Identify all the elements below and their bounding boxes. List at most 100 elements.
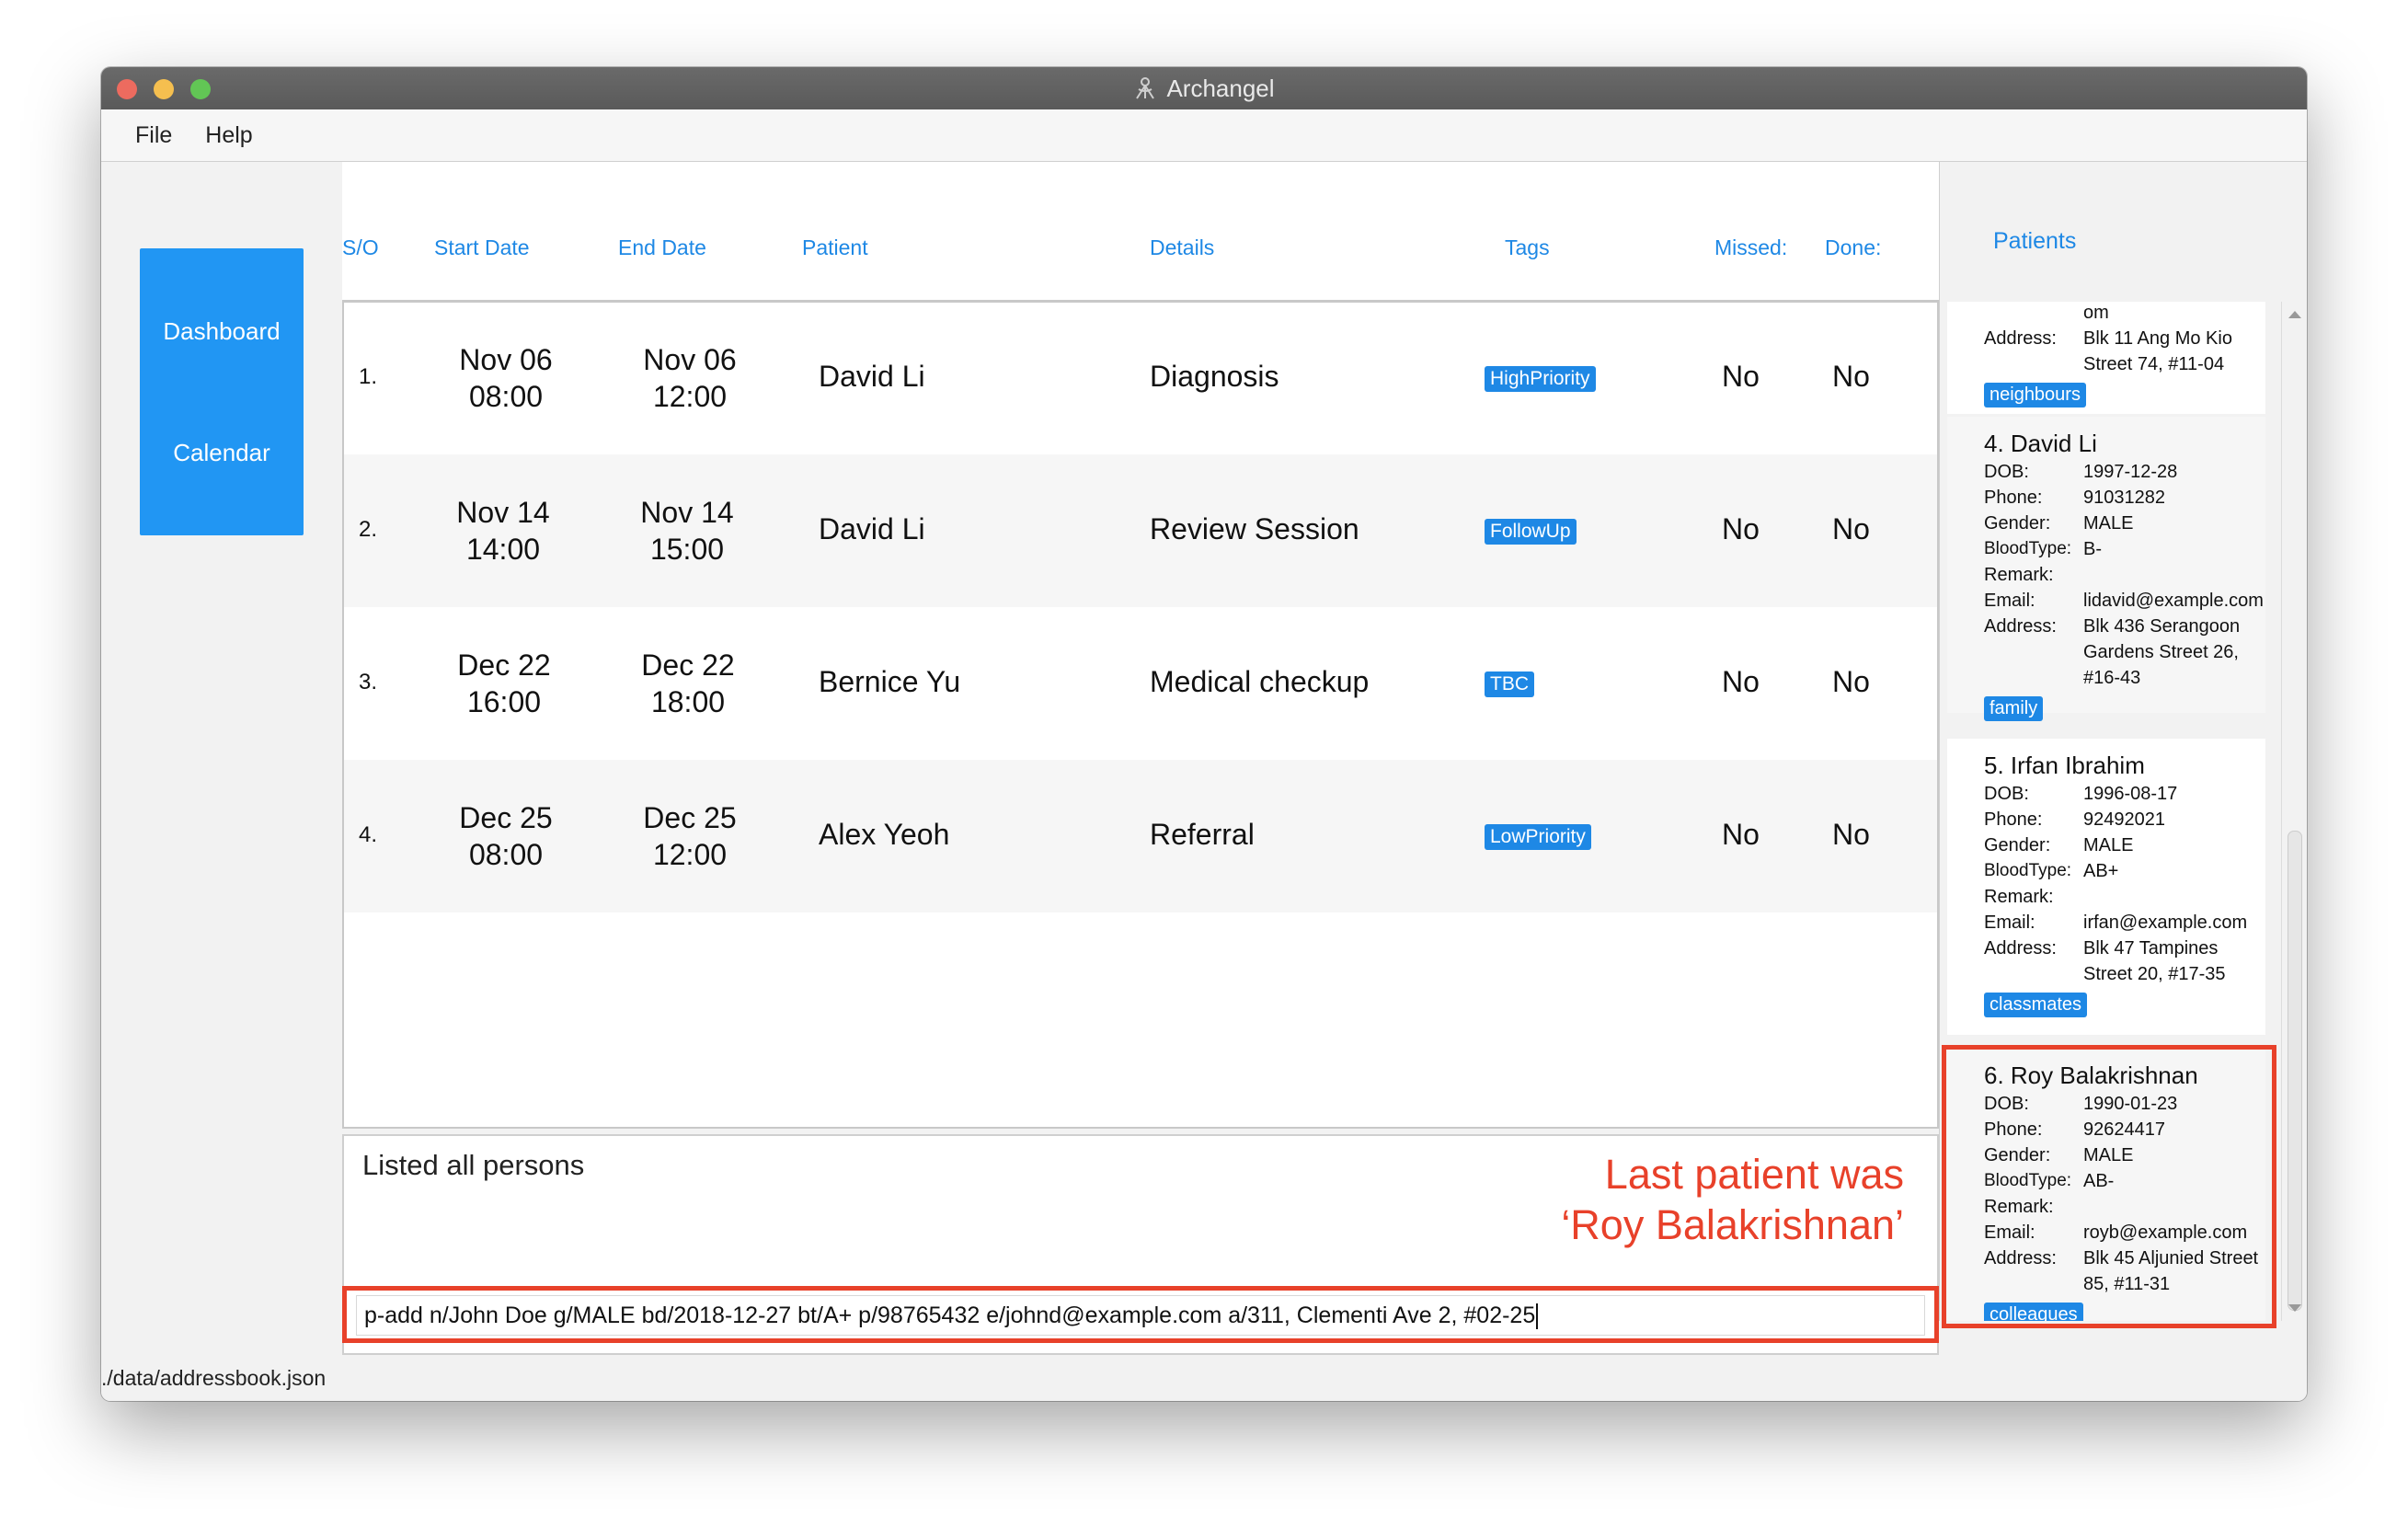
phone-label: Phone: [1984, 1119, 2043, 1140]
command-input[interactable]: p-add n/John Doe g/MALE bd/2018-12-27 bt… [356, 1295, 1925, 1336]
gender-row: Gender: MALE [1984, 1142, 2265, 1168]
email-row: Email: lidavid@example.com [1984, 588, 2265, 614]
phone-label: Phone: [1984, 809, 2043, 830]
data-file-path: ./data/addressbook.json [101, 1366, 327, 1390]
patient-remark [2083, 884, 2265, 910]
email-row: om [1984, 302, 2265, 326]
address-label: Address: [1984, 328, 2057, 349]
remark-label: Remark: [1984, 565, 2054, 585]
appointment-tag: FollowUp [1485, 519, 1577, 545]
email-label: Email: [1984, 1222, 2035, 1243]
dob-label: DOB: [1984, 784, 2029, 804]
patient-name: 4. David Li [1984, 430, 2097, 457]
patient-tag: family [1984, 696, 2044, 721]
scrollbar-thumb[interactable] [2288, 831, 2302, 1311]
calendar-button[interactable]: Calendar [140, 370, 304, 535]
command-box: p-add n/John Doe g/MALE bd/2018-12-27 bt… [342, 1286, 1939, 1343]
patient-dob: 1997-12-28 [2083, 462, 2178, 482]
header-end-date: End Date [618, 235, 706, 259]
blood-label: BloodType: [1984, 539, 2072, 558]
menu-file[interactable]: File [135, 122, 172, 149]
header-tags: Tags [1505, 235, 1550, 259]
phone-row: Phone: 91031282 [1984, 485, 2265, 511]
patient-tag: colleagues [1984, 1303, 2083, 1321]
phone-label: Phone: [1984, 488, 2043, 508]
gender-row: Gender: MALE [1984, 511, 2265, 536]
patients-panel: Patients om Address: Blk 11 Ang Mo Kio Str… [1939, 162, 2307, 1321]
patient-card[interactable]: 5. Irfan Ibrahim DOB: 1996-08-17 Phone: 92… [1947, 739, 2265, 1035]
patient-card[interactable]: om Address: Blk 11 Ang Mo Kio Street 74, #… [1947, 302, 2265, 414]
dob-row: DOB: 1990-01-23 [1984, 1091, 2265, 1117]
remark-row: Remark: [1984, 562, 2265, 588]
gender-row: Gender: MALE [1984, 832, 2265, 858]
scroll-up-icon[interactable] [2288, 311, 2301, 318]
row-index: 1. [359, 364, 378, 389]
start-datetime: Dec 25 08:00 [432, 799, 579, 873]
patient-gender: MALE [2083, 835, 2134, 855]
menu-help[interactable]: Help [205, 122, 252, 149]
address-line: Gardens Street 26, [2083, 642, 2239, 662]
address-line: 85, #11-31 [2083, 1274, 2171, 1294]
appointment-tag: TBC [1485, 671, 1534, 697]
row-index: 3. [359, 670, 378, 694]
patient-email: lidavid@example.com [2083, 591, 2264, 611]
annotation-line-2: ‘Roy Balakrishnan’ [1561, 1201, 1904, 1248]
start-time: 14:00 [465, 533, 541, 566]
end-datetime: Nov 14 15:00 [613, 494, 761, 568]
appointment-list: S/O Start Date End Date Patient Details … [342, 162, 1939, 1128]
remark-row: Remark: [1984, 884, 2265, 910]
end-time: 12:00 [652, 380, 728, 413]
gender-label: Gender: [1984, 513, 2051, 534]
row-index: 2. [359, 517, 378, 542]
annotation-note: Last patient was ‘Roy Balakrishnan’ [1561, 1149, 1904, 1250]
start-date: Dec 25 [459, 801, 553, 834]
patient-blood: B- [2083, 539, 2102, 559]
appointment-row[interactable]: 4. Dec 25 08:00 Dec 25 12:00 Alex Yeoh Ref… [342, 760, 1939, 912]
appointment-row[interactable]: 2. Nov 14 14:00 Nov 14 15:00 David Li Revi… [342, 454, 1939, 607]
email-label: Email: [1984, 912, 2035, 933]
patients-title: Patients [1993, 228, 2077, 254]
start-time: 16:00 [466, 685, 542, 718]
text-caret [1536, 1303, 1539, 1330]
missed-value: No [1722, 665, 1760, 698]
patient-blood: AB+ [2083, 861, 2119, 881]
blood-row: BloodType: B- [1984, 536, 2265, 562]
end-date: Nov 14 [640, 496, 734, 529]
done-value: No [1832, 818, 1870, 851]
patient-email: irfan@example.com [2083, 912, 2248, 933]
patient-card[interactable]: 6. Roy Balakrishnan DOB: 1990-01-23 Phone… [1947, 1049, 2265, 1321]
appointment-row[interactable]: 3. Dec 22 16:00 Dec 22 18:00 Bernice Yu Me… [342, 607, 1939, 760]
patient-list-scrollbar[interactable] [2281, 302, 2307, 1321]
scroll-down-icon[interactable] [2288, 1304, 2301, 1312]
missed-value: No [1722, 512, 1760, 545]
header-details: Details [1150, 235, 1215, 259]
patient-list[interactable]: om Address: Blk 11 Ang Mo Kio Street 74, #… [1940, 302, 2280, 1321]
header-so: S/O [342, 235, 379, 259]
blood-label: BloodType: [1984, 861, 2072, 880]
patient-gender: MALE [2083, 1145, 2134, 1165]
address-line: #16-43 [2083, 668, 2141, 688]
end-time: 15:00 [649, 533, 725, 566]
remark-label: Remark: [1984, 887, 2054, 907]
window-title-wrap: Archangel [101, 67, 2307, 109]
patient-card[interactable]: 4. David Li DOB: 1997-12-28 Phone: 9103128… [1947, 417, 2265, 721]
blood-row: BloodType: AB- [1984, 1168, 2265, 1194]
header-patient: Patient [802, 235, 868, 259]
status-bar: ./data/addressbook.json [101, 1355, 2307, 1401]
address-line: Blk 436 Serangoon [2083, 616, 2241, 637]
address-label: Address: [1984, 938, 2057, 958]
end-date: Nov 06 [643, 343, 737, 376]
appointment-tag: HighPriority [1485, 366, 1596, 392]
address-label: Address: [1984, 616, 2057, 637]
end-date: Dec 22 [641, 648, 735, 682]
address-line: Street 74, #11-04 [2083, 354, 2225, 374]
missed-value: No [1722, 818, 1760, 851]
appointment-row[interactable]: 1. Nov 06 08:00 Nov 06 12:00 David Li Diag… [342, 302, 1939, 454]
app-window: Archangel File Help Dashboard Calendar S… [101, 67, 2307, 1401]
patient-email-tail: om [2083, 303, 2109, 323]
appointment-details: Referral [1150, 818, 1255, 851]
command-text: p-add n/John Doe g/MALE bd/2018-12-27 bt… [364, 1303, 1536, 1328]
remark-label: Remark: [1984, 1197, 2054, 1217]
dob-row: DOB: 1996-08-17 [1984, 781, 2265, 807]
patient-name: David Li [819, 360, 925, 393]
